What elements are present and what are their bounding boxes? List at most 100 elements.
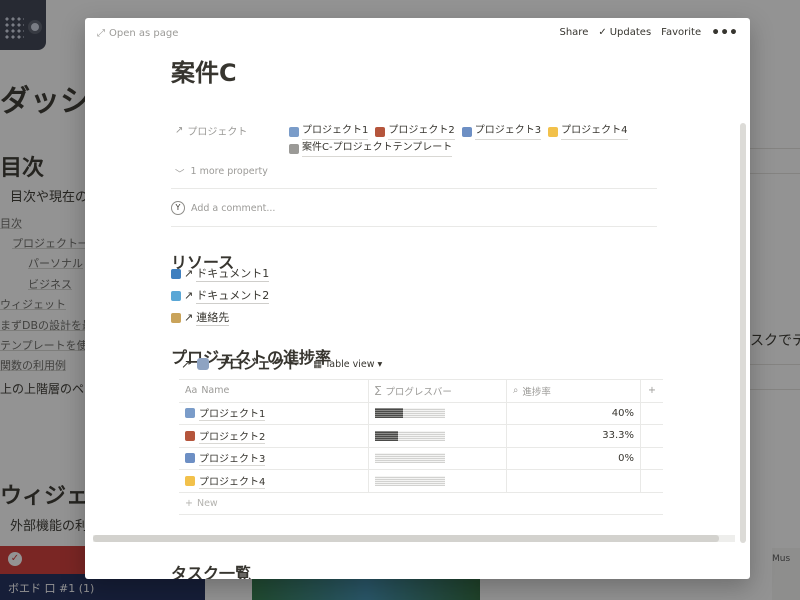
relation-chip[interactable]: プロジェクト1 (289, 123, 369, 140)
comment-row[interactable]: Y Add a comment... (171, 201, 275, 215)
project-emoji-icon (461, 126, 472, 137)
relation-values[interactable]: プロジェクト1 プロジェクト2 プロジェクト3 プロジェクト4 案件C-プロジェクトテン… (289, 123, 659, 157)
name-cell[interactable]: プロジェクト2 (179, 425, 369, 447)
search-icon: ⌕ (513, 385, 519, 397)
column-rate-label: 進捗率 (522, 386, 551, 398)
add-column-button[interactable]: + (641, 380, 663, 402)
resource-link[interactable]: ↗ ドキュメント2 (171, 287, 270, 304)
modal-topbar: ⤢ Open as page Share ✓ Updates Favorite … (85, 18, 750, 50)
database-header: ↗ プロジェクト ▦ Table view ▾ (181, 354, 382, 374)
chevron-down-icon: ﹀ (175, 169, 185, 180)
property-label-text: プロジェクト (187, 127, 248, 138)
page-peek-modal: ⤢ Open as page Share ✓ Updates Favorite … (85, 18, 750, 579)
new-row-button[interactable]: + New (185, 498, 218, 509)
relation-chip[interactable]: プロジェクト4 (548, 123, 628, 140)
row-name: プロジェクト2 (199, 428, 266, 444)
table-view-label: Table view (325, 358, 375, 370)
project-emoji-icon (185, 475, 195, 486)
name-cell[interactable]: プロジェクト4 (179, 470, 369, 492)
more-property-label: 1 more property (190, 166, 268, 177)
expand-arrows-icon: ⤢ (97, 28, 105, 39)
relation-chip[interactable]: 案件C-プロジェクトテンプレート (289, 140, 453, 157)
relation-chip-label: 案件C-プロジェクトテンプレート (302, 140, 453, 157)
empty-cell (641, 470, 663, 492)
table-view-switcher[interactable]: ▦ Table view ▾ (313, 359, 382, 370)
rate-cell[interactable]: 40% (507, 402, 641, 424)
text-type-icon: Aa (185, 385, 198, 397)
formula-icon: ∑ (375, 385, 382, 397)
row-name: プロジェクト4 (199, 473, 266, 489)
relation-chip[interactable]: プロジェクト2 (375, 123, 455, 140)
progress-bar-fill (375, 430, 399, 441)
empty-cell (641, 425, 663, 447)
resource-link[interactable]: ↗ 連絡先 (171, 309, 230, 326)
project-emoji-icon (375, 126, 386, 137)
table-icon: ▦ (313, 358, 323, 370)
progress-bar (375, 408, 445, 419)
empty-cell (641, 403, 663, 425)
horizontal-scrollbar[interactable] (93, 535, 719, 542)
resource-emoji-icon (171, 312, 181, 323)
progress-bar (375, 453, 445, 464)
check-icon: ✓ (598, 27, 607, 38)
resource-link-label: ドキュメント2 (196, 289, 270, 304)
more-property-toggle[interactable]: ﹀ 1 more property (175, 166, 268, 180)
progress-bar-fill (375, 408, 403, 419)
relation-chip-label: プロジェクト2 (388, 123, 455, 140)
resource-link[interactable]: ↗ ドキュメント1 (171, 265, 270, 282)
relation-chip[interactable]: プロジェクト3 (461, 123, 542, 140)
comment-input[interactable]: Add a comment... (191, 203, 275, 214)
table-bottom-border (179, 514, 663, 515)
updates-label: Updates (609, 27, 652, 38)
vertical-scrollbar[interactable] (740, 123, 746, 543)
column-name-label: Name (201, 385, 230, 397)
resource-emoji-icon (171, 290, 181, 301)
table-row[interactable]: プロジェクト1 40% (179, 402, 663, 425)
column-header-rate[interactable]: ⌕ 進捗率 (507, 380, 641, 402)
table-row[interactable]: プロジェクト3 0% (179, 447, 663, 470)
table-body: プロジェクト1 40% プロジェクト2 33.3% プロジェクト3 0% プロジェクト4 (179, 402, 663, 493)
updates-button[interactable]: ✓ Updates (598, 27, 651, 38)
resource-link-label: 連絡先 (196, 311, 230, 326)
open-as-page-button[interactable]: ⤢ Open as page (97, 28, 178, 39)
relation-chip-label: プロジェクト4 (561, 123, 628, 140)
project-emoji-icon (185, 430, 195, 441)
relation-arrow-icon: ↗ (181, 357, 192, 371)
property-label[interactable]: ↗ プロジェクト (175, 123, 247, 138)
link-arrow-icon: ↗ (184, 311, 194, 324)
column-progress-label: プログレスバー (385, 386, 452, 398)
share-button[interactable]: Share (559, 27, 588, 38)
rate-cell[interactable] (507, 470, 641, 492)
chevron-down-icon: ▾ (377, 358, 383, 370)
progress-cell[interactable] (369, 470, 507, 492)
rate-cell[interactable]: 33.3% (507, 425, 641, 447)
page-title[interactable]: 案件C (171, 53, 237, 88)
divider (171, 188, 657, 189)
progress-cell[interactable] (369, 425, 507, 447)
name-cell[interactable]: プロジェクト1 (179, 402, 369, 424)
open-as-page-label: Open as page (109, 28, 179, 39)
progress-cell[interactable] (369, 402, 507, 424)
project-table: Aa Name ∑ プログレスバー ⌕ 進捗率 + プロジェクト1 40% プロジェ… (179, 379, 663, 493)
plus-icon: + (185, 498, 193, 509)
row-name: プロジェクト1 (199, 405, 266, 422)
more-options-button[interactable]: ••• (711, 26, 738, 40)
favorite-button[interactable]: Favorite (661, 27, 701, 38)
property-row: ↗ プロジェクト プロジェクト1 プロジェクト2 プロジェクト3 プロジェクト4 案件C… (171, 123, 657, 157)
database-title[interactable]: プロジェクト (215, 354, 299, 374)
rate-cell[interactable]: 0% (507, 447, 641, 469)
column-header-name[interactable]: Aa Name (179, 380, 369, 402)
relation-chip-label: プロジェクト3 (474, 123, 542, 140)
progress-cell[interactable] (369, 447, 507, 469)
column-header-progress[interactable]: ∑ プログレスバー (369, 380, 507, 402)
avatar: Y (171, 201, 185, 215)
relation-arrow-icon: ↗ (175, 125, 184, 136)
table-row[interactable]: プロジェクト4 (179, 470, 663, 493)
link-arrow-icon: ↗ (184, 289, 194, 302)
row-name: プロジェクト3 (199, 450, 266, 467)
link-arrow-icon: ↗ (184, 267, 194, 280)
resource-link-label: ドキュメント1 (196, 267, 270, 282)
table-row[interactable]: プロジェクト2 33.3% (179, 425, 663, 448)
tasks-heading: タスク一覧 (171, 564, 252, 579)
name-cell[interactable]: プロジェクト3 (179, 447, 369, 469)
